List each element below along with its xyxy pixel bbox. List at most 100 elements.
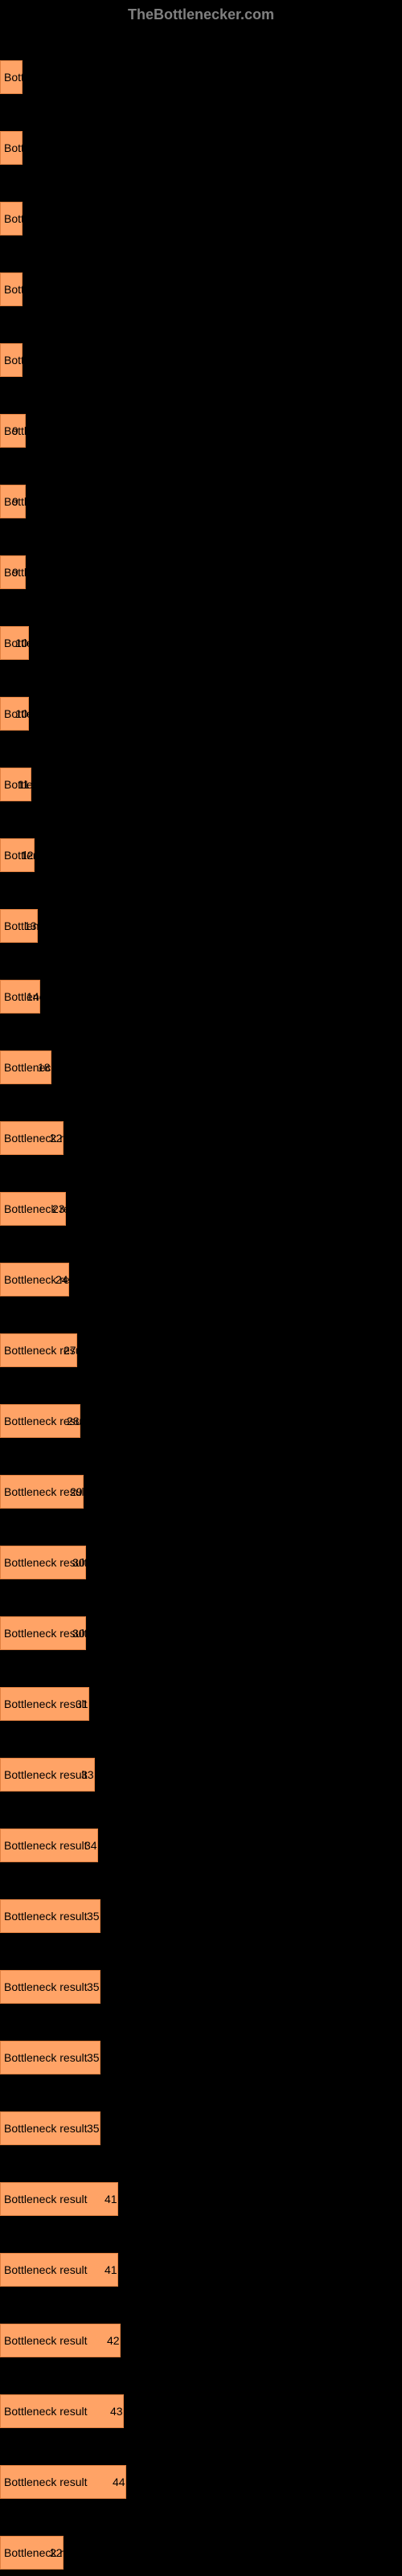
bar-label: Bottleneck result bbox=[4, 2263, 88, 2276]
bar: Bottleneck result18 bbox=[0, 1050, 51, 1084]
bar-row: Bottleneck result9 bbox=[0, 454, 402, 525]
bar-value: 24 bbox=[55, 1273, 68, 1286]
bar-row: Bottleneck result30 bbox=[0, 1586, 402, 1657]
bar: Bottleneck result29 bbox=[0, 1475, 84, 1509]
bar-value: 10 bbox=[15, 637, 28, 649]
bar: Bottleneck result9 bbox=[0, 555, 26, 589]
bar-value: 42 bbox=[107, 2334, 120, 2347]
bar: Bottleneck result 43 bbox=[0, 2394, 124, 2428]
bar: Bottleneck result27 bbox=[0, 1333, 77, 1367]
bar: Bottleneck result10 bbox=[0, 697, 29, 731]
bar-value: 31 bbox=[76, 1698, 88, 1710]
bar-value: 28 bbox=[67, 1415, 80, 1427]
bar-row: Bottleneck result44 bbox=[0, 2435, 402, 2505]
bar-label: Bottleneck result bbox=[4, 2476, 88, 2488]
bar-value: 34 bbox=[84, 1839, 97, 1852]
bar-row: Bottleneck result23 bbox=[0, 1161, 402, 1232]
bar: Bottleneck result11 bbox=[0, 768, 31, 801]
bar-value: 33 bbox=[81, 1768, 94, 1781]
bar-value: 12 bbox=[21, 849, 34, 862]
bar-label: Bottleneck result bbox=[4, 2405, 88, 2418]
bar: Bottleneck result28 bbox=[0, 1404, 80, 1438]
bar: Bottleneck result14 bbox=[0, 980, 40, 1014]
bar: Bottleneck result34 bbox=[0, 1829, 98, 1862]
bar: Bottleneck result8 bbox=[0, 131, 23, 165]
bar-row: Bottleneck result18 bbox=[0, 1020, 402, 1091]
bar-value: 35 bbox=[87, 2122, 100, 2135]
bar-label: Bottleneck result bbox=[4, 2334, 88, 2347]
bar: Bottleneck result22 bbox=[0, 2536, 64, 2570]
bar-row: Bottleneck result24 bbox=[0, 1232, 402, 1303]
bar: Bottleneck result35 bbox=[0, 2111, 100, 2145]
bar: Bottleneck result9 bbox=[0, 414, 26, 448]
bar: Bottleneck result31 bbox=[0, 1687, 89, 1721]
bar: Bottleneck result8 bbox=[0, 202, 23, 235]
bar-row: Bottleneck result10 bbox=[0, 666, 402, 737]
bar: Bottleneck result9 bbox=[0, 485, 26, 518]
bar-label: Bottleneck result bbox=[4, 2193, 88, 2205]
bar-row: Bottleneck result11 bbox=[0, 737, 402, 808]
bar-value: 30 bbox=[72, 1627, 85, 1640]
bar-row: Bottleneck result8 bbox=[0, 313, 402, 383]
bar: Bottleneck result22 bbox=[0, 1121, 64, 1155]
bar-row: Bottleneck result8 bbox=[0, 100, 402, 171]
bar: Bottleneck result24 bbox=[0, 1263, 69, 1296]
bar-row: Bottleneck result35 bbox=[0, 1939, 402, 2010]
bar-value: 41 bbox=[105, 2193, 117, 2205]
bar: Bottleneck result 41 bbox=[0, 2182, 118, 2216]
site-header: TheBottlenecker.com bbox=[0, 0, 402, 30]
bar: Bottleneck result 41 bbox=[0, 2253, 118, 2287]
bar: Bottleneck result13 bbox=[0, 909, 38, 943]
bar-value: 22 bbox=[50, 2546, 63, 2559]
bar-value: 35 bbox=[87, 1910, 100, 1923]
bar-label: Bottleneck result bbox=[4, 1980, 88, 1993]
bar: Bottleneck result35 bbox=[0, 2041, 100, 2074]
bar: Bottleneck result30 bbox=[0, 1616, 86, 1650]
bar-value: 23 bbox=[52, 1202, 65, 1215]
bar-row: Bottleneck result13 bbox=[0, 878, 402, 949]
bar: Bottleneck result8 bbox=[0, 60, 23, 94]
bar-value: 13 bbox=[24, 919, 37, 932]
bar-row: Bottleneck result10 bbox=[0, 596, 402, 666]
bar-label: Bottleneck result bbox=[4, 71, 23, 84]
bar-row: Bottleneck result35 bbox=[0, 2081, 402, 2152]
bar-value: 29 bbox=[70, 1485, 83, 1498]
chart-container: Bottleneck result8Bottleneck result8Bott… bbox=[0, 30, 402, 2576]
bar-value: 9 bbox=[12, 566, 18, 579]
bar-row: Bottleneck result35 bbox=[0, 2010, 402, 2081]
bar-row: Bottleneck result9 bbox=[0, 383, 402, 454]
bar: Bottleneck result30 bbox=[0, 1546, 86, 1579]
bar-value: 27 bbox=[64, 1344, 76, 1357]
bar-label: Bottleneck result bbox=[4, 1698, 88, 1710]
bar-row: Bottleneck result29 bbox=[0, 1444, 402, 1515]
bar: Bottleneck result23 bbox=[0, 1192, 66, 1226]
bar-value: 18 bbox=[38, 1061, 51, 1074]
bar-row: Bottleneck result22 bbox=[0, 2505, 402, 2576]
bar-value: 9 bbox=[12, 495, 18, 508]
bar-row: Bottleneck result8 bbox=[0, 242, 402, 313]
bar-label: Bottleneck result bbox=[4, 1839, 88, 1852]
bar-label: Bottleneck result bbox=[4, 283, 23, 296]
bar-value: 9 bbox=[12, 424, 18, 437]
bar-label: Bottleneck result bbox=[4, 212, 23, 225]
bar-value: 43 bbox=[110, 2405, 123, 2418]
bar-value: 35 bbox=[87, 1980, 100, 1993]
bar-row: Bottleneck result 41 bbox=[0, 2152, 402, 2222]
bar-row: Bottleneck result34 bbox=[0, 1798, 402, 1869]
bar: Bottleneck result33 bbox=[0, 1758, 95, 1792]
bar-label: Bottleneck result bbox=[4, 141, 23, 154]
bar-row: Bottleneck result 43 bbox=[0, 2364, 402, 2435]
bar-row: Bottleneck result30 bbox=[0, 1515, 402, 1586]
bar: Bottleneck result44 bbox=[0, 2465, 126, 2499]
bar-value: 14 bbox=[27, 990, 39, 1003]
bar: Bottleneck result35 bbox=[0, 1899, 100, 1933]
bar-value: 41 bbox=[105, 2263, 117, 2276]
bar-value: 35 bbox=[87, 2051, 100, 2064]
bar-row: Bottleneck result 42 bbox=[0, 2293, 402, 2364]
bar-label: Bottleneck result bbox=[4, 2122, 88, 2135]
bar: Bottleneck result10 bbox=[0, 626, 29, 660]
bar-value: 10 bbox=[15, 707, 28, 720]
bar-row: Bottleneck result8 bbox=[0, 30, 402, 100]
bar-value: 30 bbox=[72, 1556, 85, 1569]
bar-row: Bottleneck result9 bbox=[0, 525, 402, 596]
